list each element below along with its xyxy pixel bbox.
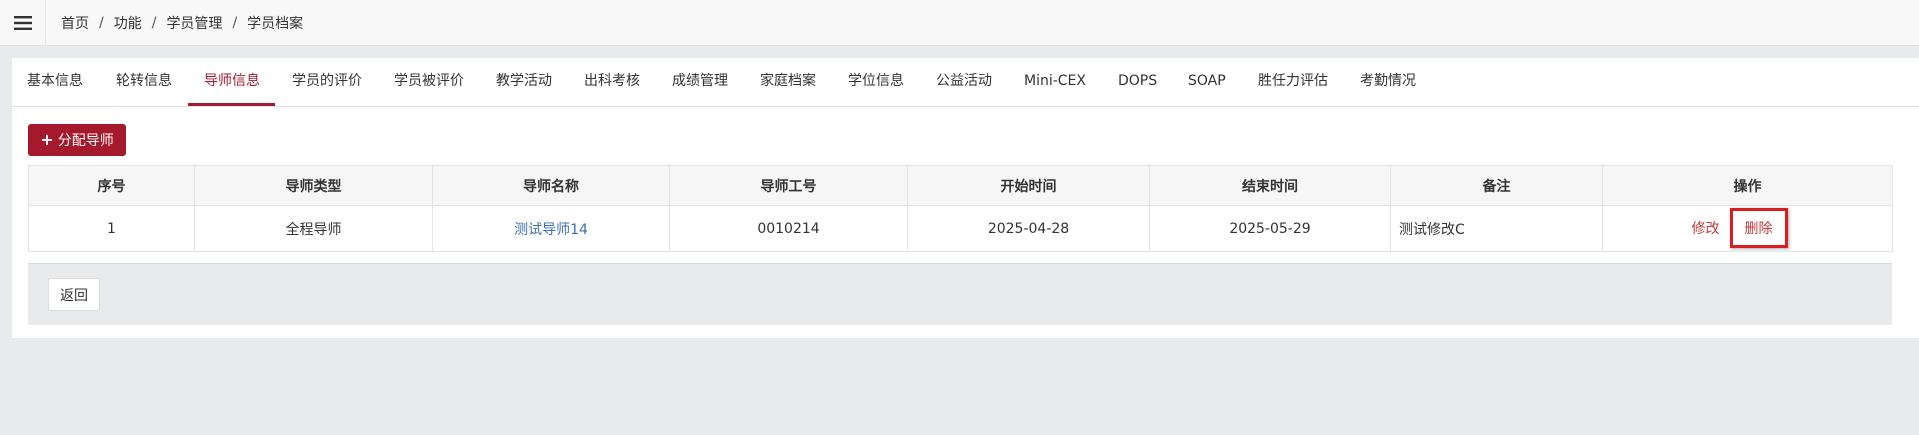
hamburger-icon (13, 15, 32, 30)
cell-end-time: 2025-05-29 (1149, 205, 1391, 252)
cell-mentor-code: 0010214 (669, 205, 908, 252)
tab-mentor-info[interactable]: 导师信息 (204, 58, 260, 107)
cell-mentor-name: 测试导师14 (432, 205, 670, 252)
tab-soap[interactable]: SOAP (1188, 58, 1226, 107)
breadcrumb-student-archive: 学员档案 (247, 15, 304, 32)
cell-mentor-type: 全程导师 (194, 205, 433, 252)
delete-highlight-box: 删除 (1729, 208, 1788, 248)
row-actions: 修改 删除 (1688, 207, 1808, 248)
menu-toggle-button[interactable] (0, 0, 46, 46)
cell-note: 测试修改C (1390, 205, 1603, 252)
col-header-start-time: 开始时间 (907, 165, 1150, 206)
top-bar: 首页 / 功能 / 学员管理 / 学员档案 (0, 0, 1919, 46)
edit-link[interactable]: 修改 (1692, 218, 1720, 238)
col-header-mentor-type: 导师类型 (194, 165, 433, 206)
main-panel: 基本信息 轮转信息 导师信息 学员的评价 学员被评价 教学活动 出科考核 成绩管… (12, 58, 1919, 338)
active-tab-indicator (188, 103, 275, 106)
col-header-end-time: 结束时间 (1149, 165, 1391, 206)
tab-degree-info[interactable]: 学位信息 (848, 58, 904, 107)
tab-public-welfare[interactable]: 公益活动 (936, 58, 992, 107)
assign-mentor-label: 分配导师 (57, 133, 114, 149)
col-header-index: 序号 (28, 165, 195, 206)
breadcrumb-separator: / (151, 14, 157, 31)
tab-competency-assessment[interactable]: 胜任力评估 (1258, 58, 1328, 107)
tab-student-evaluations[interactable]: 学员的评价 (292, 58, 362, 107)
cell-start-time: 2025-04-28 (907, 205, 1150, 252)
breadcrumb-function[interactable]: 功能 (114, 13, 142, 33)
breadcrumb-separator: / (232, 14, 238, 31)
col-header-mentor-name: 导师名称 (432, 165, 670, 206)
breadcrumb-separator: / (99, 14, 104, 31)
plus-icon: + (40, 130, 54, 149)
breadcrumb-home[interactable]: 首页 (61, 13, 89, 33)
col-header-note: 备注 (1390, 165, 1603, 206)
tab-department-exam[interactable]: 出科考核 (584, 58, 640, 107)
tab-basic-info[interactable]: 基本信息 (27, 58, 83, 107)
tab-student-evaluated[interactable]: 学员被评价 (394, 58, 464, 107)
mentor-name-link[interactable]: 测试导师14 (514, 222, 588, 238)
assign-mentor-button[interactable]: + 分配导师 (28, 124, 126, 156)
breadcrumb: 首页 / 功能 / 学员管理 / 学员档案 (46, 13, 303, 33)
table-row: 1 全程导师 测试导师14 0010214 2025-04-28 2025-05… (28, 205, 1893, 252)
tab-family-archive[interactable]: 家庭档案 (760, 58, 816, 107)
tab-mini-cex[interactable]: Mini-CEX (1024, 58, 1086, 107)
form-footer: 返回 (28, 263, 1892, 325)
delete-link[interactable]: 删除 (1745, 218, 1773, 238)
tab-grade-management[interactable]: 成绩管理 (672, 58, 728, 107)
tab-dops[interactable]: DOPS (1118, 58, 1157, 107)
col-header-actions: 操作 (1602, 165, 1893, 206)
col-header-mentor-code: 导师工号 (669, 165, 908, 206)
table-header-row: 序号 导师类型 导师名称 导师工号 开始时间 结束时间 备注 操作 (28, 165, 1893, 206)
breadcrumb-student-management[interactable]: 学员管理 (166, 13, 222, 33)
tab-bar: 基本信息 轮转信息 导师信息 学员的评价 学员被评价 教学活动 出科考核 成绩管… (12, 58, 1919, 107)
back-button[interactable]: 返回 (48, 278, 100, 311)
tab-attendance[interactable]: 考勤情况 (1360, 58, 1416, 107)
tab-rotation-info[interactable]: 轮转信息 (116, 58, 172, 107)
cell-index: 1 (28, 205, 195, 252)
tab-teaching-activities[interactable]: 教学活动 (496, 58, 552, 107)
cell-actions: 修改 删除 (1602, 205, 1893, 252)
mentor-table: 序号 导师类型 导师名称 导师工号 开始时间 结束时间 备注 操作 1 全程导师… (28, 165, 1893, 252)
